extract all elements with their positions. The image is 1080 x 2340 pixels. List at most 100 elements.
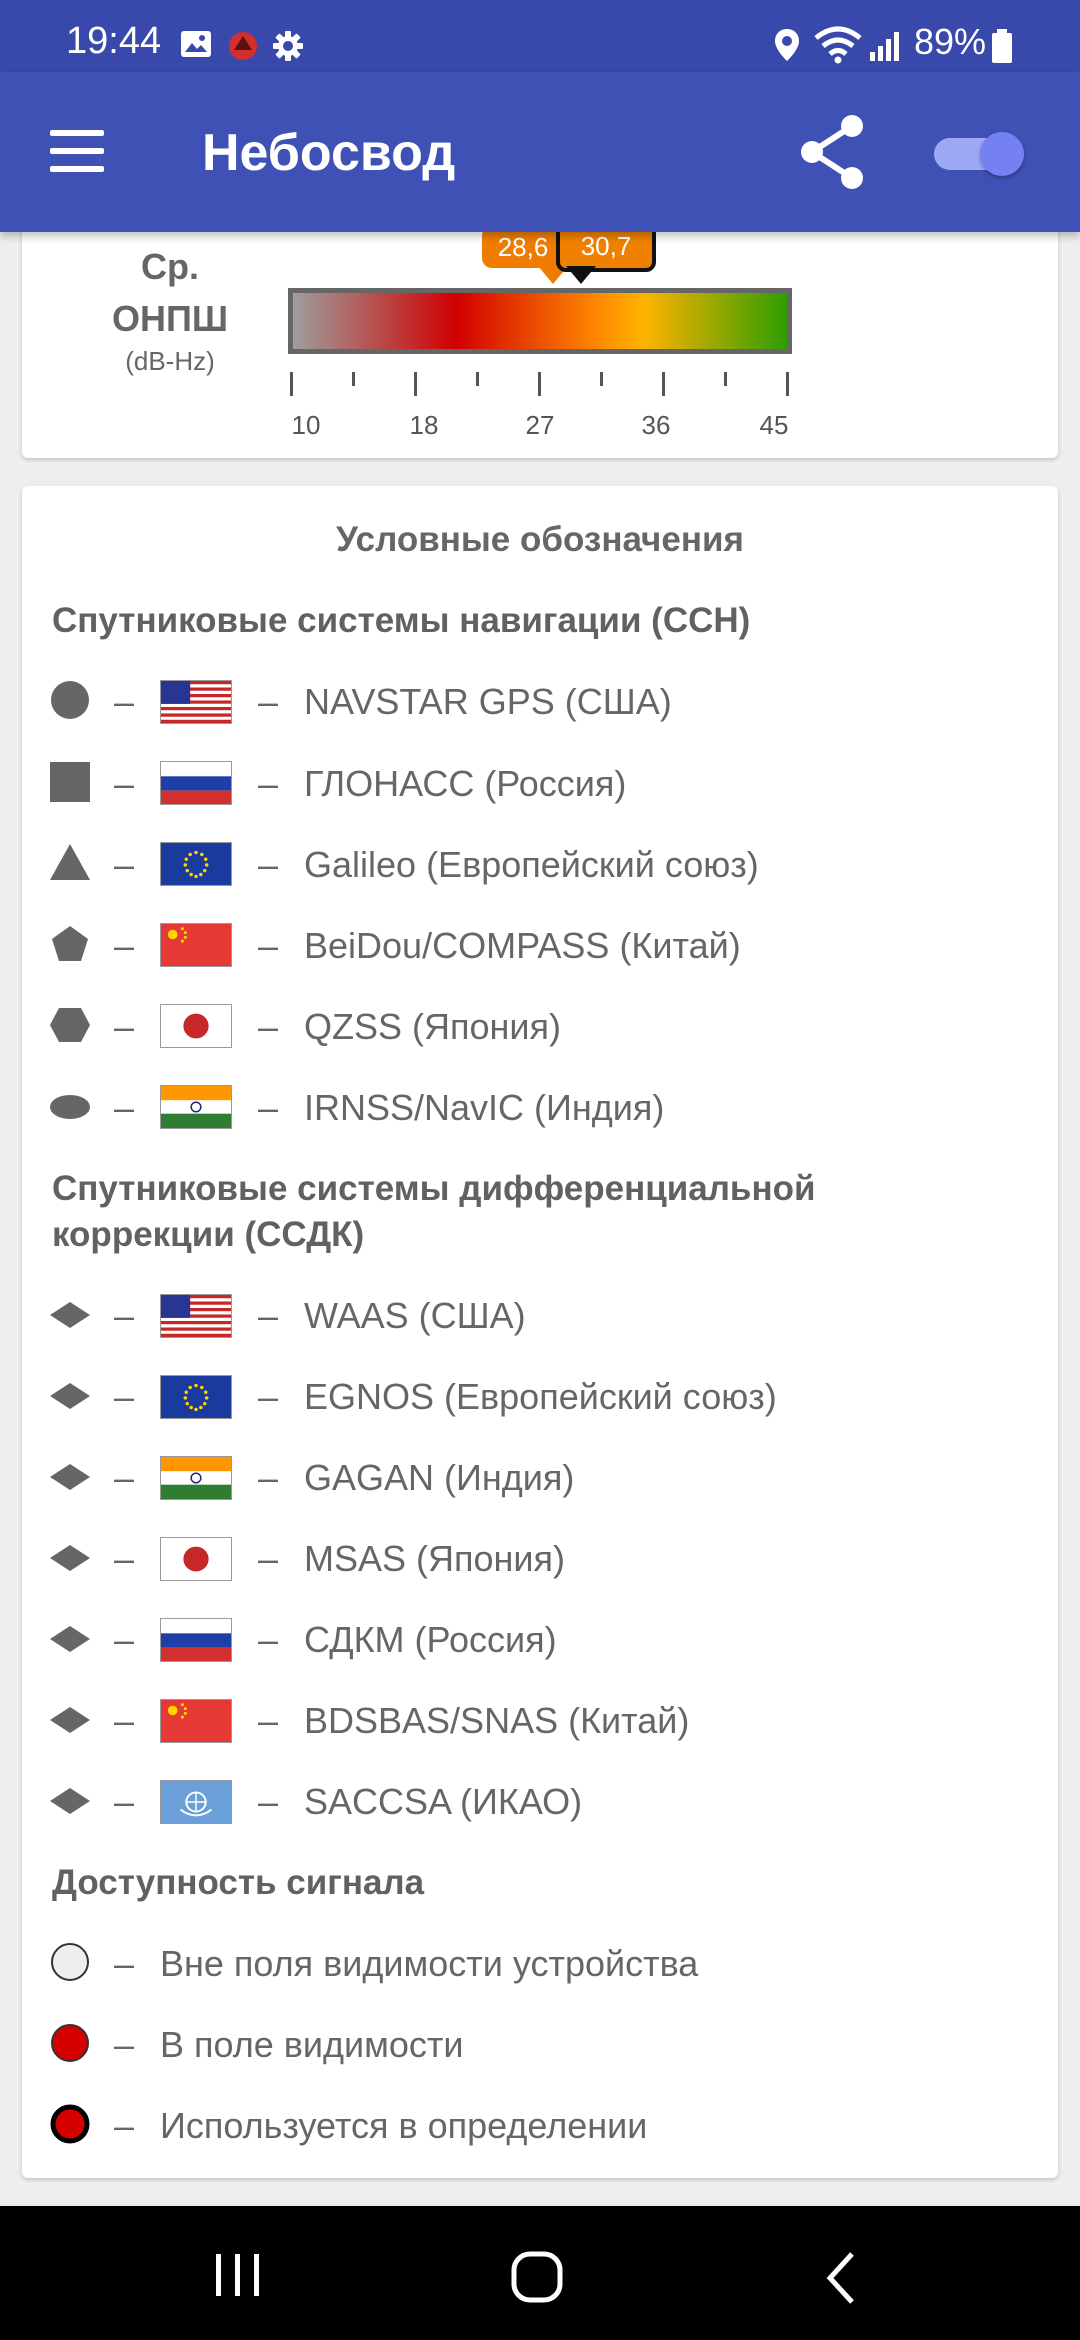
india-flag-icon — [160, 1456, 232, 1500]
dash: – — [114, 681, 135, 722]
sbas-heading-line1: Спутниковые системы дифференциальной — [52, 1169, 816, 1208]
wifi-icon — [814, 26, 862, 64]
scale-tick — [352, 372, 355, 386]
gnss-item-glonass: ГЛОНАСС (Россия) — [304, 763, 627, 804]
dash: – — [258, 1781, 279, 1822]
scale-tick — [786, 372, 789, 396]
ellipse-shape-icon — [50, 1095, 90, 1119]
icao-flag-icon — [160, 1780, 232, 1824]
india-flag-icon — [160, 1085, 232, 1129]
sbas-item-msas: MSAS (Япония) — [304, 1538, 565, 1579]
dash: – — [258, 763, 279, 804]
dash: – — [114, 1781, 135, 1822]
signal-item-used: Используется в определении — [160, 2105, 648, 2146]
usa-flag-icon — [160, 1294, 232, 1338]
gear-icon — [273, 31, 303, 61]
dash: – — [114, 1376, 135, 1417]
scale-label: 18 — [409, 410, 439, 440]
eu-flag-icon — [160, 842, 232, 886]
gnss-item-beidou: BeiDou/COMPASS (Китай) — [304, 925, 741, 966]
gnss-item-gps: NAVSTAR GPS (США) — [304, 681, 672, 722]
sbas-item-sdkm: СДКМ (Россия) — [304, 1619, 557, 1660]
scale-tick — [290, 372, 293, 396]
dash: – — [114, 1006, 135, 1047]
snr-unit: (dB-Hz) — [125, 346, 215, 376]
sbas-item-waas: WAAS (США) — [304, 1295, 526, 1336]
china-flag-icon — [160, 1699, 232, 1743]
visible-satellite-icon — [51, 2024, 89, 2062]
diamond-shape-icon — [50, 1545, 90, 1571]
menu-icon[interactable] — [50, 128, 106, 176]
scale-tick — [414, 372, 417, 396]
dash: – — [114, 1619, 135, 1660]
sbas-item-saccsa: SACCSA (ИКАО) — [304, 1781, 583, 1822]
japan-flag-icon — [160, 1004, 232, 1048]
diamond-shape-icon — [50, 1302, 90, 1328]
image-icon — [181, 31, 211, 57]
dash: – — [258, 1700, 279, 1741]
signal-heading: Доступность сигнала — [52, 1863, 425, 1902]
app-bar: Небосвод — [0, 72, 1080, 232]
status-time: 19:44 — [66, 20, 162, 62]
toggle-switch[interactable] — [934, 126, 1026, 178]
russia-flag-icon — [160, 761, 232, 805]
scale-tick — [600, 372, 603, 386]
snr-label-line2: ОНПШ — [111, 298, 229, 339]
circle-shape-icon — [51, 681, 89, 719]
diamond-shape-icon — [50, 1383, 90, 1409]
dash: – — [114, 763, 135, 804]
dash: – — [258, 925, 279, 966]
sbas-item-gagan: GAGAN (Индия) — [304, 1457, 575, 1498]
japan-flag-icon — [160, 1537, 232, 1581]
russia-flag-icon — [160, 1618, 232, 1662]
scale-tick — [538, 372, 541, 396]
scale-tick — [724, 372, 727, 386]
dash: – — [114, 2105, 135, 2146]
snr-average-bubble: 28,6 — [482, 226, 564, 268]
pentagon-shape-icon — [52, 926, 88, 961]
status-bar: 19:44 89% — [0, 0, 1080, 72]
dash: – — [258, 1295, 279, 1336]
dash: – — [258, 1457, 279, 1498]
signal-icon — [870, 32, 899, 61]
dash: – — [114, 844, 135, 885]
back-icon[interactable] — [822, 2250, 862, 2306]
used-satellite-icon — [50, 2104, 90, 2144]
hexagon-shape-icon — [50, 1008, 90, 1042]
battery-icon — [992, 29, 1012, 63]
dash: – — [114, 925, 135, 966]
legend-title: Условные обозначения — [336, 520, 744, 559]
home-icon[interactable] — [510, 2250, 566, 2306]
snr-label-line1: Ср. — [141, 246, 199, 287]
navigation-bar — [0, 2206, 1080, 2340]
scale-label: 36 — [641, 410, 671, 440]
scale-tick — [662, 372, 665, 396]
scale-tick — [476, 372, 479, 386]
snr-current-pointer — [566, 266, 596, 284]
recent-apps-icon[interactable] — [210, 2250, 266, 2300]
gnss-heading: Спутниковые системы навигации (ССН) — [52, 601, 751, 640]
dash: – — [114, 1087, 135, 1128]
square-shape-icon — [50, 762, 90, 802]
dash: – — [258, 1006, 279, 1047]
scale-label: 10 — [291, 410, 321, 440]
snr-average-value: 28,6 — [497, 232, 549, 262]
share-icon[interactable] — [796, 112, 868, 192]
scale-label: 27 — [525, 410, 555, 440]
snr-gradient-bar — [288, 288, 792, 354]
dash: – — [114, 1943, 135, 1984]
battery-percent: 89% — [914, 21, 987, 62]
dash: – — [258, 1538, 279, 1579]
scale-label: 45 — [759, 410, 789, 440]
sbas-heading-line2: коррекции (ССДК) — [52, 1215, 365, 1254]
triangle-shape-icon — [50, 844, 90, 880]
dash: – — [114, 1700, 135, 1741]
diamond-shape-icon — [50, 1626, 90, 1652]
dash: – — [258, 681, 279, 722]
diamond-shape-icon — [50, 1788, 90, 1814]
snr-current-value: 30,7 — [580, 231, 632, 261]
china-flag-icon — [160, 923, 232, 967]
gnss-item-irnss: IRNSS/NavIC (Индия) — [304, 1087, 665, 1128]
dash: – — [114, 1538, 135, 1579]
app-notification-icon — [229, 32, 257, 60]
